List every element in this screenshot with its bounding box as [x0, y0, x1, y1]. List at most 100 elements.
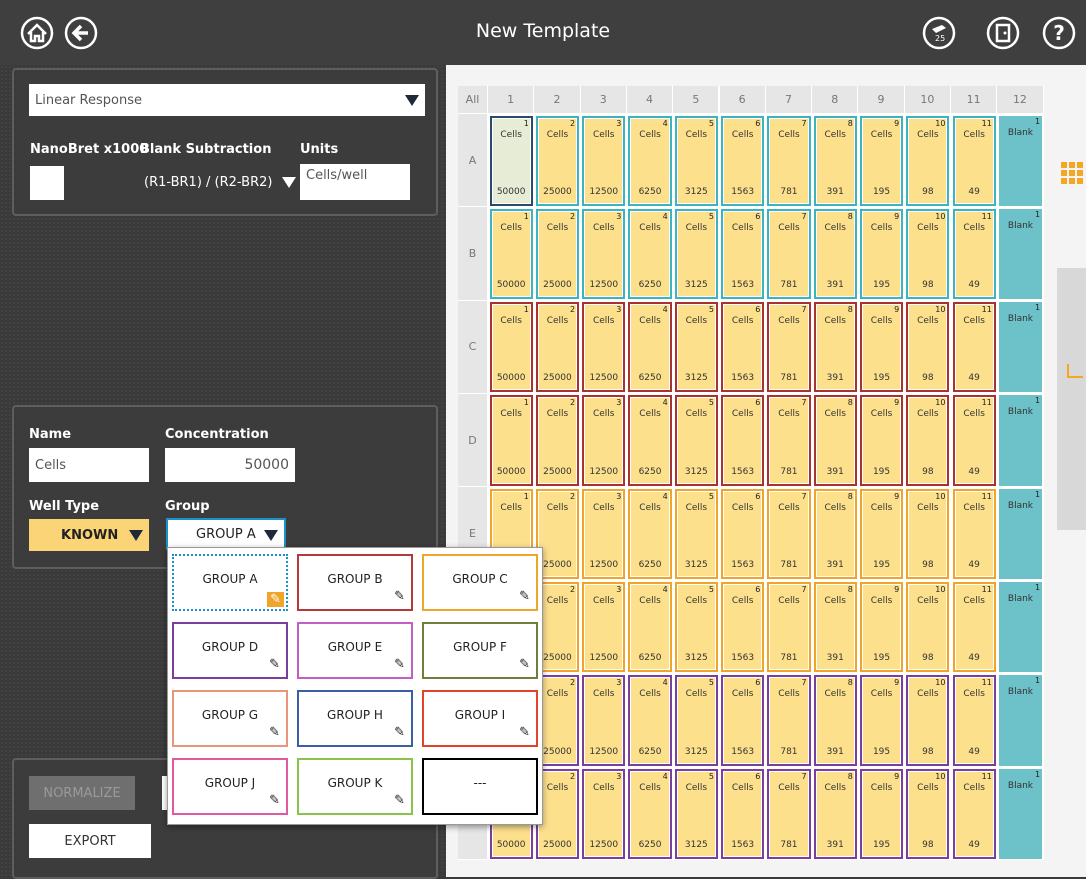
help-icon[interactable]: ? [1042, 16, 1076, 50]
plate-well[interactable]: Cells 3 12500 [582, 675, 626, 766]
column-header[interactable]: 11 [951, 86, 998, 114]
plate-well[interactable]: Cells 10 98 [906, 395, 950, 486]
plate-well[interactable]: Cells 3 12500 [582, 302, 626, 393]
name-input[interactable]: Cells [29, 448, 149, 482]
column-header[interactable]: 4 [626, 86, 674, 114]
plate-well[interactable]: Cells 3 12500 [582, 582, 626, 673]
plate-well[interactable]: Cells 5 3125 [674, 488, 718, 579]
plate-well[interactable]: Blank 1 [998, 208, 1043, 300]
plate-well[interactable]: Cells 2 25000 [535, 115, 580, 206]
row-header[interactable]: C [458, 300, 488, 394]
group-option-button[interactable]: GROUP G ✎ [172, 690, 288, 747]
plate-well[interactable]: Blank 1 [998, 675, 1043, 766]
tools-icon[interactable]: 25 [922, 16, 956, 50]
plate-well[interactable]: Cells 11 49 [952, 395, 996, 486]
plate-well[interactable]: Cells 9 195 [859, 208, 904, 300]
plate-well[interactable]: Cells 7 781 [767, 395, 811, 486]
plate-well[interactable]: Cells 10 98 [906, 208, 950, 300]
plate-well[interactable]: Cells 7 781 [767, 582, 811, 673]
plate-well[interactable]: Cells 11 49 [952, 302, 996, 393]
column-header[interactable]: 7 [765, 86, 813, 114]
plate-well[interactable]: Cells 7 781 [767, 675, 811, 766]
plate-well[interactable]: Cells 8 391 [813, 208, 857, 300]
concentration-input[interactable]: 50000 [165, 448, 295, 482]
plate-well[interactable]: Cells 9 195 [859, 768, 904, 859]
column-header[interactable]: 6 [719, 86, 766, 114]
pencil-icon[interactable]: ✎ [269, 793, 280, 808]
plate-well[interactable]: Cells 5 3125 [674, 302, 718, 393]
pencil-icon[interactable]: ✎ [394, 725, 405, 740]
pencil-icon[interactable]: ✎ [519, 725, 530, 740]
well-type-select[interactable]: KNOWN [29, 519, 149, 551]
mode-select[interactable]: Linear Response [29, 84, 425, 116]
plate-well[interactable]: Cells 6 1563 [721, 675, 765, 766]
plate-well[interactable]: Cells 6 1563 [721, 208, 765, 300]
column-header[interactable]: 5 [673, 86, 720, 114]
plate-well[interactable]: Blank 1 [998, 115, 1043, 206]
plate-well[interactable]: Blank 1 [998, 302, 1043, 393]
blank-subtraction-select[interactable]: (R1-BR1) / (R2-BR2) [138, 164, 296, 200]
plate-well[interactable]: Cells 11 49 [952, 115, 996, 206]
group-option-button[interactable]: GROUP I ✎ [422, 690, 538, 747]
row-header[interactable]: D [458, 393, 488, 488]
plate-well[interactable]: Cells 3 12500 [582, 208, 626, 300]
group-option-button[interactable]: GROUP D ✎ [172, 622, 288, 679]
plate-well[interactable]: Cells1 50000 [489, 302, 533, 393]
plate-well[interactable]: Cells 9 195 [859, 582, 904, 673]
plate-well[interactable]: Cells 9 195 [859, 488, 904, 579]
pencil-icon[interactable]: ✎ [519, 657, 530, 672]
plate-well[interactable]: Cells 8 391 [813, 115, 857, 206]
plate-well[interactable]: Cells1 50000 [489, 115, 533, 206]
plate-well[interactable]: Cells 5 3125 [674, 768, 718, 859]
plate-well[interactable]: Cells 10 98 [906, 768, 950, 859]
column-header[interactable]: 8 [812, 86, 859, 114]
group-option-button[interactable]: GROUP F ✎ [422, 622, 538, 679]
group-option-button[interactable]: GROUP B ✎ [297, 554, 413, 611]
plate-well[interactable]: Cells 3 12500 [582, 115, 626, 206]
group-option-button[interactable]: --- [422, 758, 538, 815]
plate-well[interactable]: Cells 9 195 [859, 395, 904, 486]
plate-well[interactable]: Cells 4 6250 [628, 395, 672, 486]
group-option-button[interactable]: GROUP H ✎ [297, 690, 413, 747]
exit-icon[interactable] [986, 16, 1020, 50]
plate-well[interactable]: Cells 11 49 [952, 768, 996, 859]
group-option-button[interactable]: GROUP A ✎ [172, 554, 288, 611]
plate-well[interactable]: Cells 4 6250 [628, 208, 672, 300]
plate-well[interactable]: Cells 4 6250 [628, 768, 672, 859]
plate-well[interactable]: Cells 5 3125 [674, 208, 718, 300]
plate-well[interactable]: Cells 9 195 [859, 115, 904, 206]
row-header[interactable]: B [458, 207, 488, 301]
plate-well[interactable]: Cells 11 49 [952, 582, 996, 673]
row-header[interactable]: A [458, 114, 488, 208]
plate-well[interactable]: Cells 6 1563 [721, 395, 765, 486]
plate-well[interactable]: Blank 1 [998, 395, 1043, 486]
pencil-icon[interactable]: ✎ [267, 592, 284, 607]
group-option-button[interactable]: GROUP E ✎ [297, 622, 413, 679]
plate-well[interactable]: Cells 8 391 [813, 395, 857, 486]
plate-well[interactable]: Cells 11 49 [952, 675, 996, 766]
plate-well[interactable]: Cells 6 1563 [721, 302, 765, 393]
plate-well[interactable]: Cells 2 25000 [535, 395, 580, 486]
pencil-icon[interactable]: ✎ [394, 657, 405, 672]
plate-well[interactable]: Cells 7 781 [767, 208, 811, 300]
plate-well[interactable]: Blank 1 [998, 582, 1043, 673]
group-select[interactable]: GROUP A [166, 518, 286, 550]
plate-well[interactable]: Cells1 50000 [489, 208, 533, 300]
plate-well[interactable]: Cells 11 49 [952, 488, 996, 579]
pencil-icon[interactable]: ✎ [394, 793, 405, 808]
plate-well[interactable]: Cells 3 12500 [582, 395, 626, 486]
pencil-icon[interactable]: ✎ [394, 589, 405, 604]
column-header[interactable]: 12 [997, 86, 1044, 114]
plate-well[interactable]: Cells 8 391 [813, 768, 857, 859]
column-header[interactable]: 3 [580, 86, 627, 114]
group-option-button[interactable]: GROUP C ✎ [422, 554, 538, 611]
column-header[interactable]: 1 [488, 86, 535, 114]
plate-well[interactable]: Cells 5 3125 [674, 675, 718, 766]
plate-well[interactable]: Blank 1 [998, 488, 1043, 579]
pencil-icon[interactable]: ✎ [269, 725, 280, 740]
plate-well[interactable]: Cells 8 391 [813, 582, 857, 673]
plate-well[interactable]: Cells 7 781 [767, 768, 811, 859]
plate-well[interactable]: Cells 8 391 [813, 675, 857, 766]
plate-well[interactable]: Cells 10 98 [906, 582, 950, 673]
plate-well[interactable]: Cells 7 781 [767, 488, 811, 579]
